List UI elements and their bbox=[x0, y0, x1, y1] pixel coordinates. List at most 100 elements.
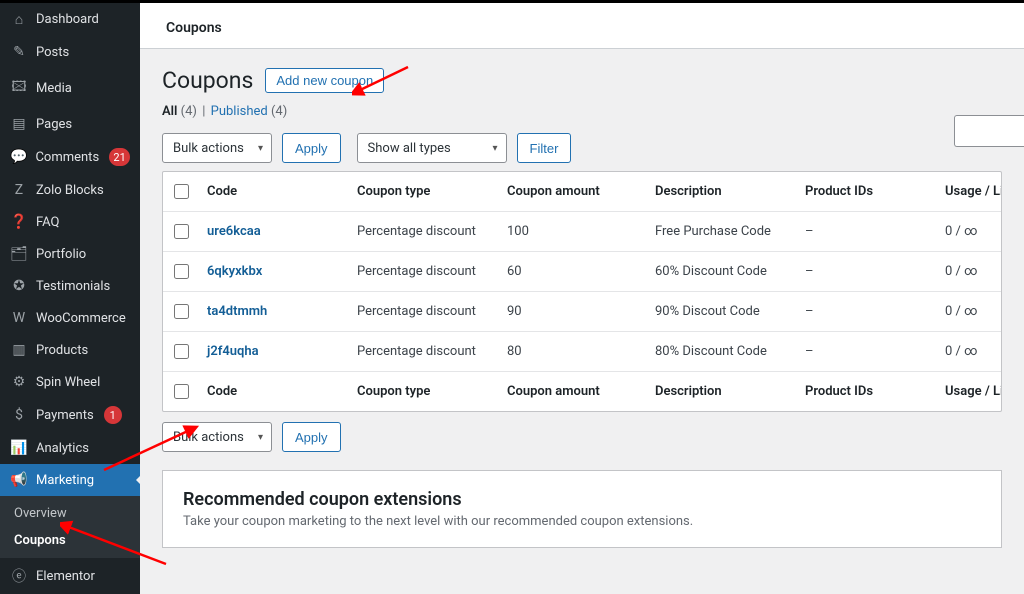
table-cell: Usage / Limit bbox=[937, 372, 1002, 411]
menu-icon: ✎ bbox=[10, 44, 28, 60]
sidebar-item-media[interactable]: 🖾 Media bbox=[0, 68, 140, 108]
menu-badge: 21 bbox=[109, 148, 130, 166]
table-cell: 6qkyxkbx bbox=[199, 252, 349, 291]
sidebar-item-woocommerce[interactable]: WWooCommerce bbox=[0, 302, 140, 334]
table-cell: – bbox=[797, 212, 937, 251]
chevron-down-icon: ▾ bbox=[493, 143, 498, 154]
menu-label: Products bbox=[36, 343, 88, 358]
table-cell: Coupon amount bbox=[499, 372, 647, 411]
table-cell: 90% Discout Code bbox=[647, 292, 797, 331]
table-cell: Product IDs bbox=[797, 172, 937, 211]
status-filter-links: All (4) | Published (4) bbox=[162, 104, 1002, 119]
recommended-extensions-panel: Recommended coupon extensions Take your … bbox=[162, 470, 1002, 548]
menu-icon: 💬 bbox=[10, 149, 27, 165]
table-cell: Product IDs bbox=[797, 372, 937, 411]
row-checkbox[interactable] bbox=[174, 264, 189, 279]
coupon-type-select[interactable]: Show all types ▾ bbox=[357, 133, 507, 163]
sidebar-item-portfolio[interactable]: 🗂Portfolio bbox=[0, 238, 140, 270]
filter-published-link[interactable]: Published bbox=[211, 104, 268, 119]
menu-icon: ⌂ bbox=[10, 11, 28, 28]
apply-bulk-button[interactable]: Apply bbox=[282, 133, 341, 163]
row-checkbox[interactable] bbox=[174, 224, 189, 239]
add-new-coupon-button[interactable]: Add new coupon bbox=[265, 68, 384, 93]
sidebar-item-dashboard[interactable]: ⌂Dashboard bbox=[0, 3, 140, 36]
filter-all-count: (4) bbox=[181, 104, 197, 119]
menu-label: Analytics bbox=[36, 441, 89, 456]
table-cell: Code bbox=[199, 372, 349, 411]
select-all-checkbox[interactable] bbox=[174, 384, 189, 399]
checkbox-cell bbox=[163, 332, 199, 371]
coupons-table: CodeCoupon typeCoupon amountDescriptionP… bbox=[162, 171, 1002, 412]
apply-bulk-button-bottom[interactable]: Apply bbox=[282, 422, 341, 452]
sidebar-item-zolo-blocks[interactable]: ZZolo Blocks bbox=[0, 174, 140, 206]
submenu-item-coupons[interactable]: Coupons bbox=[0, 527, 140, 554]
coupon-code-link[interactable]: j2f4uqha bbox=[207, 344, 259, 359]
sidebar-item-pages[interactable]: ▤Pages bbox=[0, 108, 140, 140]
bulk-actions-select-bottom[interactable]: Bulk actions ▾ bbox=[162, 422, 272, 452]
menu-icon: 📊 bbox=[10, 440, 28, 456]
sidebar-item-analytics[interactable]: 📊 Analytics bbox=[0, 432, 140, 464]
row-checkbox[interactable] bbox=[174, 304, 189, 319]
search-coupons-input[interactable] bbox=[954, 115, 1024, 147]
menu-icon: 🗂 bbox=[10, 246, 28, 262]
table-cell: 0 / ∞ bbox=[937, 252, 1002, 291]
sidebar-item-elementor[interactable]: ⓔElementor bbox=[0, 558, 140, 594]
table-cell: Coupon type bbox=[349, 372, 499, 411]
filter-separator: | bbox=[202, 104, 205, 119]
menu-label: Payments bbox=[36, 408, 94, 423]
table-cell: Percentage discount bbox=[349, 332, 499, 371]
table-cell: Free Purchase Code bbox=[647, 212, 797, 251]
sidebar-item-comments[interactable]: 💬Comments21 bbox=[0, 140, 140, 174]
menu-label: Spin Wheel bbox=[36, 375, 100, 390]
table-cell: Percentage discount bbox=[349, 292, 499, 331]
sidebar-item-testimonials[interactable]: ✪Testimonials bbox=[0, 270, 140, 302]
page-title-row: Coupons Add new coupon bbox=[162, 67, 1002, 94]
top-toolbar: Bulk actions ▾ Apply Show all types ▾ Fi… bbox=[162, 133, 1002, 163]
page-title: Coupons bbox=[162, 67, 253, 94]
sidebar-item-products[interactable]: ▥ Products bbox=[0, 334, 140, 366]
admin-sidebar: ⌂Dashboard✎Posts 🖾 Media ▤Pages💬Comments21Z… bbox=[0, 3, 140, 594]
coupon-code-link[interactable]: ta4dtmmh bbox=[207, 304, 267, 319]
coupon-code-link[interactable]: ure6kcaa bbox=[207, 224, 261, 239]
select-all-checkbox[interactable] bbox=[174, 184, 189, 199]
marketing-submenu: OverviewCoupons bbox=[0, 496, 140, 558]
menu-icon: ⚙ bbox=[10, 374, 28, 390]
menu-label: FAQ bbox=[36, 215, 59, 230]
recommended-title: Recommended coupon extensions bbox=[183, 489, 981, 510]
coupon-code-link[interactable]: 6qkyxkbx bbox=[207, 264, 262, 279]
filter-all-label[interactable]: All bbox=[162, 104, 177, 119]
submenu-item-overview[interactable]: Overview bbox=[0, 500, 140, 527]
sidebar-item-faq[interactable]: ❓FAQ bbox=[0, 206, 140, 238]
table-cell: Percentage discount bbox=[349, 212, 499, 251]
menu-badge: 1 bbox=[104, 406, 122, 424]
sidebar-item-spin-wheel[interactable]: ⚙ Spin Wheel bbox=[0, 366, 140, 398]
bulk-actions-select[interactable]: Bulk actions ▾ bbox=[162, 133, 272, 163]
tab-coupons[interactable]: Coupons bbox=[166, 8, 222, 48]
menu-label: Elementor bbox=[36, 569, 95, 584]
sidebar-item-posts[interactable]: ✎Posts bbox=[0, 36, 140, 68]
filter-published-count: (4) bbox=[271, 104, 287, 119]
sidebar-item-payments[interactable]: $Payments1 bbox=[0, 398, 140, 432]
filter-button[interactable]: Filter bbox=[517, 133, 572, 163]
table-cell: j2f4uqha bbox=[199, 332, 349, 371]
sidebar-item-marketing[interactable]: 📢Marketing bbox=[0, 464, 140, 496]
table-cell: 60 bbox=[499, 252, 647, 291]
bulk-actions-label: Bulk actions bbox=[173, 430, 244, 445]
checkbox-cell bbox=[163, 372, 199, 411]
menu-icon: ✪ bbox=[10, 278, 28, 294]
bottom-toolbar: Bulk actions ▾ Apply bbox=[162, 422, 1002, 452]
table-header-row: CodeCoupon typeCoupon amountDescriptionP… bbox=[163, 371, 1001, 411]
menu-icon: 🖾 bbox=[10, 76, 28, 100]
table-cell: Description bbox=[647, 372, 797, 411]
screen-tabs: Coupons bbox=[140, 3, 1024, 49]
menu-icon: 📢 bbox=[10, 472, 28, 488]
table-cell: ta4dtmmh bbox=[199, 292, 349, 331]
table-cell: 80% Discount Code bbox=[647, 332, 797, 371]
table-cell: 0 / ∞ bbox=[937, 292, 1002, 331]
page-body: Coupons Add new coupon All (4) | Publish… bbox=[140, 49, 1024, 566]
menu-icon: ▥ bbox=[10, 342, 28, 358]
table-cell: – bbox=[797, 332, 937, 371]
menu-label: Media bbox=[36, 81, 72, 96]
row-checkbox[interactable] bbox=[174, 344, 189, 359]
menu-label: WooCommerce bbox=[36, 311, 126, 326]
